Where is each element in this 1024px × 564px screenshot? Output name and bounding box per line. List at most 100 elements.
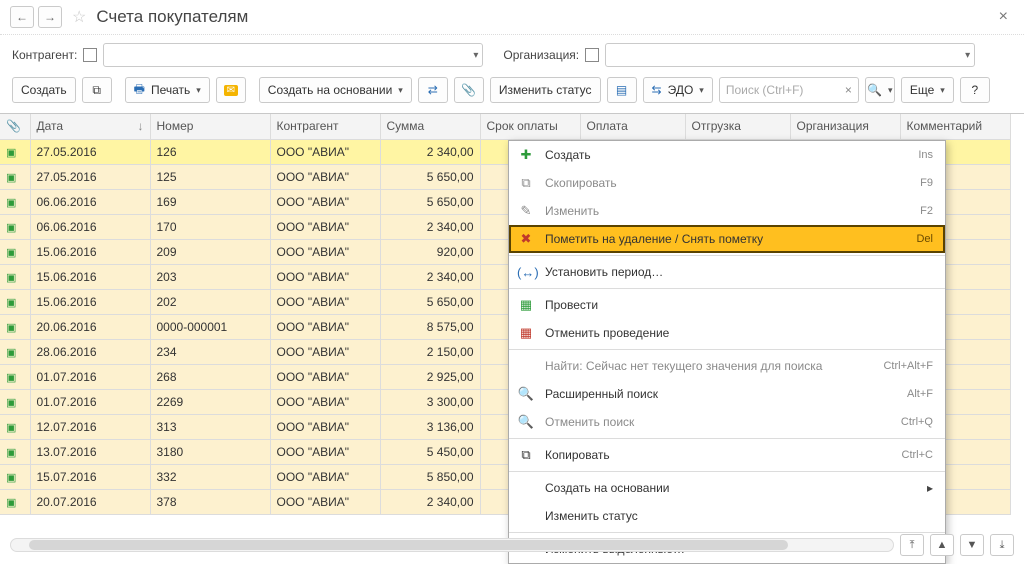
col-number[interactable]: Номер [150, 114, 270, 139]
document-status-icon: ▣ [6, 221, 20, 234]
cell-date: 27.05.2016 [30, 139, 150, 164]
col-comment[interactable]: Комментарий [900, 114, 1010, 139]
document-status-icon: ▣ [6, 321, 20, 334]
ctx-copy[interactable]: ⧉ Скопировать F9 [509, 169, 945, 197]
ctx-separator [509, 471, 945, 472]
mail-icon: ✉ [224, 85, 238, 96]
scroll-up-button[interactable]: ▲ [930, 534, 954, 556]
post-icon: ▦ [517, 297, 535, 313]
ctx-unpost[interactable]: ▦ Отменить проведение [509, 319, 945, 347]
cell-contragent: ООО "АВИА" [270, 489, 380, 514]
cell-date: 27.05.2016 [30, 164, 150, 189]
scroll-home-button[interactable]: ⤒ [900, 534, 924, 556]
more-label: Еще [910, 83, 934, 97]
ctx-create-based[interactable]: Создать на основании ▸ [509, 474, 945, 502]
cell-number: 3180 [150, 439, 270, 464]
ctx-cancel-find[interactable]: 🔍 Отменить поиск Ctrl+Q [509, 408, 945, 436]
nav-forward-button[interactable]: → [38, 6, 62, 28]
ctx-adv-find[interactable]: 🔍 Расширенный поиск Alt+F [509, 380, 945, 408]
list-mode-button[interactable]: ▤ [607, 77, 637, 103]
cell-sum: 5 650,00 [380, 189, 480, 214]
col-org[interactable]: Организация [790, 114, 900, 139]
document-status-icon: ▣ [6, 396, 20, 409]
favorite-star-icon[interactable]: ☆ [72, 7, 86, 27]
ctx-find[interactable]: Найти: Сейчас нет текущего значения для … [509, 352, 945, 380]
paperclip-icon: 📎 [6, 119, 21, 133]
document-status-icon: ▣ [6, 421, 20, 434]
create-button[interactable]: Создать [12, 77, 76, 103]
nav-back-button[interactable]: ← [10, 6, 34, 28]
cell-sum: 2 340,00 [380, 264, 480, 289]
help-button[interactable]: ? [960, 77, 990, 103]
cell-date: 15.06.2016 [30, 239, 150, 264]
col-contragent[interactable]: Контрагент [270, 114, 380, 139]
cell-sum: 2 340,00 [380, 139, 480, 164]
attachment-button[interactable]: 📎 [454, 77, 484, 103]
document-status-icon: ▣ [6, 296, 20, 309]
scroll-down-button[interactable]: ▼ [960, 534, 984, 556]
copy-button[interactable]: ⧉ [82, 77, 112, 103]
cell-sum: 3 136,00 [380, 414, 480, 439]
contragent-filter-input[interactable]: ▾ [103, 43, 483, 67]
ctx-change-status[interactable]: Изменить статус [509, 502, 945, 530]
mail-button[interactable]: ✉ [216, 77, 246, 103]
cell-date: 06.06.2016 [30, 214, 150, 239]
clear-search-icon[interactable]: × [845, 83, 852, 97]
col-ship[interactable]: Отгрузка [685, 114, 790, 139]
cell-number: 313 [150, 414, 270, 439]
col-date[interactable]: Дата↓ [30, 114, 150, 139]
col-due[interactable]: Срок оплаты [480, 114, 580, 139]
unpost-icon: ▦ [517, 325, 535, 341]
cell-number: 126 [150, 139, 270, 164]
more-button[interactable]: Еще▾ [901, 77, 954, 103]
organization-filter-input[interactable]: ▾ [605, 43, 975, 67]
scroll-end-button[interactable]: ⤓ [990, 534, 1014, 556]
delete-mark-icon: ✖ [517, 231, 535, 247]
document-status-icon: ▣ [6, 146, 20, 159]
contragent-filter-checkbox[interactable] [83, 48, 97, 62]
document-status-icon: ▣ [6, 371, 20, 384]
cell-contragent: ООО "АВИА" [270, 339, 380, 364]
cell-sum: 2 340,00 [380, 489, 480, 514]
cell-number: 0000-000001 [150, 314, 270, 339]
cell-sum: 2 340,00 [380, 214, 480, 239]
ctx-set-period[interactable]: (↔) Установить период… [509, 258, 945, 286]
horizontal-scrollbar[interactable] [10, 538, 894, 552]
copy-icon: ⧉ [92, 83, 101, 98]
ctx-separator [509, 349, 945, 350]
ctx-post[interactable]: ▦ Провести [509, 291, 945, 319]
cell-contragent: ООО "АВИА" [270, 139, 380, 164]
print-button[interactable]: 🖶Печать▾ [125, 77, 210, 103]
help-icon: ? [971, 83, 978, 97]
close-icon[interactable]: × [993, 8, 1014, 26]
organization-filter-checkbox[interactable] [585, 48, 599, 62]
pencil-icon: ✎ [517, 203, 535, 219]
col-pay[interactable]: Оплата [580, 114, 685, 139]
cell-number: 169 [150, 189, 270, 214]
search-button[interactable]: 🔍▾ [865, 77, 895, 103]
printer-icon: 🖶 [134, 80, 145, 101]
organization-label: Организация: [503, 48, 579, 62]
ctx-create[interactable]: ✚ Создать Ins [509, 141, 945, 169]
ctx-mark-delete[interactable]: ✖ Пометить на удаление / Снять пометку D… [509, 225, 945, 253]
submenu-arrow-icon: ▸ [927, 481, 933, 495]
list-icon: ▤ [616, 83, 627, 97]
paperclip-icon: 📎 [461, 83, 476, 97]
cell-contragent: ООО "АВИА" [270, 239, 380, 264]
cell-sum: 5 650,00 [380, 164, 480, 189]
link-forward-icon-button[interactable]: ⇄ [418, 77, 448, 103]
ctx-edit[interactable]: ✎ Изменить F2 [509, 197, 945, 225]
search-input[interactable]: Поиск (Ctrl+F) × [719, 77, 859, 103]
cell-number: 268 [150, 364, 270, 389]
col-attachment[interactable]: 📎 [0, 114, 30, 139]
change-status-button[interactable]: Изменить статус [490, 77, 601, 103]
cell-contragent: ООО "АВИА" [270, 189, 380, 214]
create-based-on-button[interactable]: Создать на основании▾ [259, 77, 412, 103]
ctx-copy-clipboard[interactable]: ⧉ Копировать Ctrl+C [509, 441, 945, 469]
cell-sum: 2 150,00 [380, 339, 480, 364]
cell-number: 125 [150, 164, 270, 189]
period-icon: (↔) [517, 265, 535, 280]
edo-button[interactable]: ⇆ЭДО▾ [643, 77, 713, 103]
contragent-label: Контрагент: [12, 48, 77, 62]
col-sum[interactable]: Сумма [380, 114, 480, 139]
